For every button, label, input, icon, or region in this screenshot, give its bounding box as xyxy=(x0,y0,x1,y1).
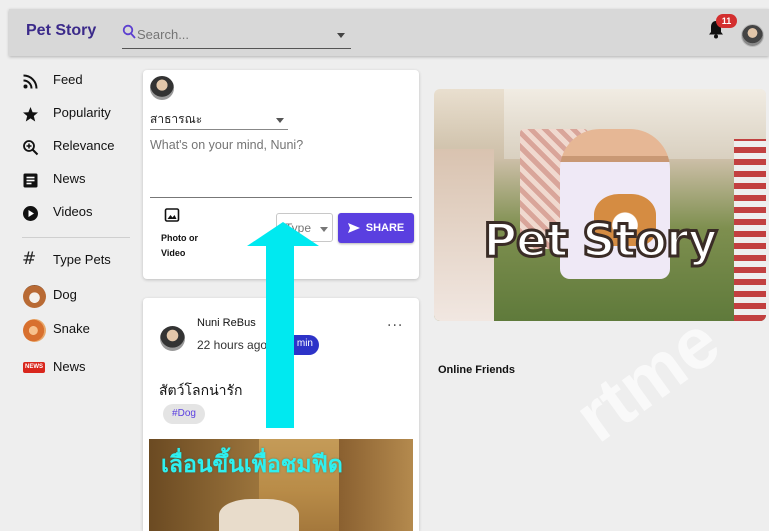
chevron-down-icon[interactable] xyxy=(337,33,345,38)
post-author-name[interactable]: Nuni ReBus xyxy=(197,317,256,329)
sidebar-item-feed[interactable]: Feed xyxy=(22,69,134,93)
user-avatar[interactable] xyxy=(741,24,764,47)
top-app-bar: Pet Story xyxy=(9,9,769,56)
chevron-down-icon xyxy=(320,227,328,232)
sidebar-item-label: Popularity xyxy=(53,105,111,120)
sidebar-item-label: Snake xyxy=(53,321,90,336)
dog-avatar xyxy=(23,285,46,308)
send-icon xyxy=(347,223,360,233)
composer-avatar xyxy=(150,76,174,100)
sidebar-item-label: Relevance xyxy=(53,138,115,153)
share-label: SHARE xyxy=(365,222,405,234)
chevron-down-icon xyxy=(276,118,284,123)
post-text-input[interactable] xyxy=(150,138,412,198)
image-pet xyxy=(219,499,299,531)
search-box[interactable] xyxy=(122,23,351,49)
image-door xyxy=(339,439,413,531)
audience-value: สาธารณะ xyxy=(150,112,203,126)
post-text: สัตว์โลกน่ารัก xyxy=(159,383,243,399)
snake-avatar xyxy=(23,319,46,342)
post-author-avatar[interactable] xyxy=(160,326,185,351)
online-friends-title: Online Friends xyxy=(438,364,516,376)
sidebar-item-snake[interactable]: Snake xyxy=(22,318,134,342)
watermark: rtme xyxy=(560,301,734,458)
swipe-up-arrow-shaft xyxy=(266,244,294,428)
sidebar-divider xyxy=(22,237,130,238)
sidebar-item-news[interactable]: News xyxy=(22,168,134,192)
hashtag-icon: # xyxy=(22,249,37,269)
search-icon xyxy=(122,24,136,39)
input-underline xyxy=(150,197,412,198)
search-input[interactable] xyxy=(137,23,332,45)
sidebar-item-label: News xyxy=(53,359,86,374)
star-icon xyxy=(23,107,38,122)
swipe-up-arrow-head xyxy=(247,222,319,246)
swipe-hint-text: เลื่อนขึ้นเพื่อชมฟีด xyxy=(161,452,343,478)
sidebar-item-label: News xyxy=(53,171,86,186)
photo-video-label: Photo or Video xyxy=(161,233,198,258)
news-badge: NEWS xyxy=(23,362,45,373)
notification-badge: 11 xyxy=(716,14,737,28)
image-icon xyxy=(164,208,180,222)
zoom-in-icon xyxy=(23,140,39,156)
sidebar-item-dog[interactable]: Dog xyxy=(22,284,134,308)
rss-icon xyxy=(23,74,38,89)
more-options-icon[interactable]: ··· xyxy=(387,318,403,334)
play-circle-icon xyxy=(23,206,38,221)
post-time: 22 hours ago xyxy=(197,338,268,352)
photo-video-button[interactable]: Photo or Video xyxy=(150,205,210,261)
post-tag[interactable]: #Dog xyxy=(163,404,205,424)
sidebar-item-label: Dog xyxy=(53,287,77,302)
sidebar-section-title: Type Pets xyxy=(53,252,111,267)
audience-select[interactable]: สาธารณะ xyxy=(150,110,288,130)
sidebar-item-relevance[interactable]: Relevance xyxy=(22,135,134,159)
sidebar-item-label: Videos xyxy=(53,204,93,219)
sidebar-item-videos[interactable]: Videos xyxy=(22,201,134,225)
sidebar-item-news-type[interactable]: NEWS News xyxy=(22,356,134,380)
sidebar-section-type-pets[interactable]: # Type Pets xyxy=(22,249,134,273)
article-icon xyxy=(23,173,38,188)
banner-title: Pet Story xyxy=(482,212,719,269)
sidebar-item-popularity[interactable]: Popularity xyxy=(22,102,134,126)
pet-story-banner: Pet Story xyxy=(434,89,766,321)
brand-logo[interactable]: Pet Story xyxy=(26,22,96,40)
share-button[interactable]: SHARE xyxy=(338,213,414,243)
sidebar-item-label: Feed xyxy=(53,72,83,87)
